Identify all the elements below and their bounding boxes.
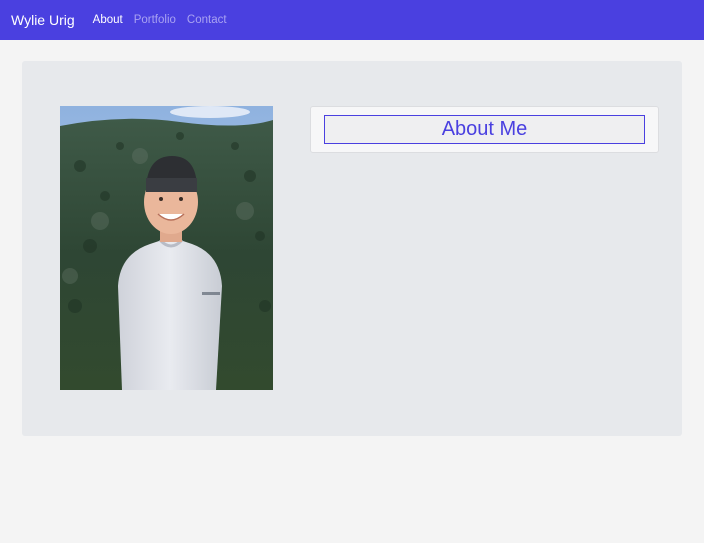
nav-link-portfolio[interactable]: Portfolio: [134, 14, 176, 26]
brand-link[interactable]: Wylie Urig: [11, 12, 75, 28]
top-navbar: Wylie Urig About Portfolio Contact: [0, 0, 704, 40]
nav-link-contact[interactable]: Contact: [187, 14, 227, 26]
about-card: About Me: [310, 106, 659, 153]
profile-photo: [60, 106, 273, 390]
about-heading: About Me: [324, 115, 645, 144]
about-panel: About Me: [22, 61, 682, 436]
nav-link-about[interactable]: About: [93, 14, 123, 26]
